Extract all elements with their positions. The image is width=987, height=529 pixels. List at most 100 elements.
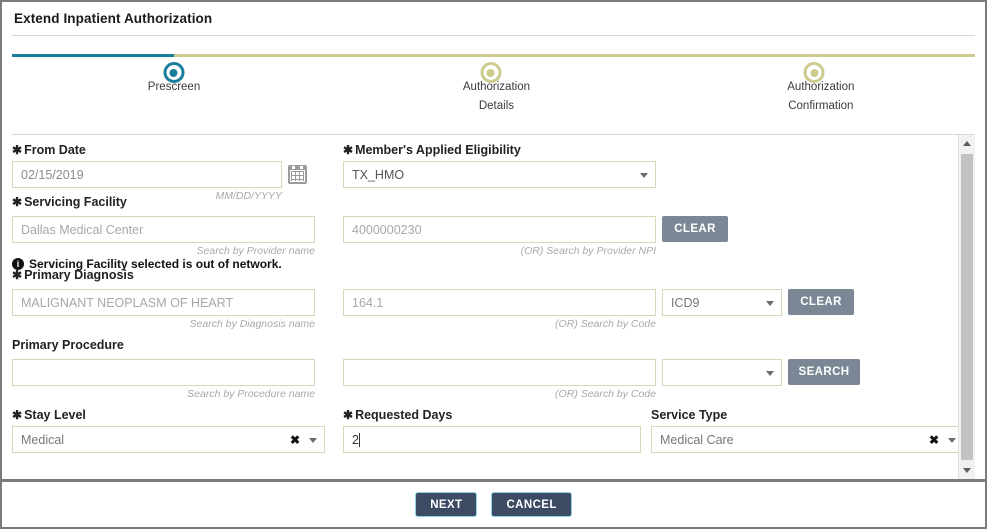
servicing-facility-name-input[interactable] (12, 216, 315, 243)
label-text: From Date (24, 143, 86, 157)
label-text: Primary Diagnosis (24, 268, 134, 282)
procedure-code-hint: (OR) Search by Code (555, 388, 656, 400)
label-text: Service Type (651, 408, 728, 422)
step-label-prescreen: Prescreen (94, 78, 254, 97)
from-date-label: ✱ From Date (12, 143, 312, 157)
diagnosis-code-type-value: ICD9 (671, 295, 700, 310)
diagnosis-code-hint: (OR) Search by Code (555, 318, 656, 330)
step-label-line1: Authorization (462, 81, 530, 93)
primary-diagnosis-name-input[interactable] (12, 289, 315, 316)
requested-days-value: 2 (352, 432, 359, 447)
diagnosis-clear-button[interactable]: CLEAR (788, 289, 854, 315)
field-requested-days: ✱ Requested Days 2 (343, 408, 641, 453)
clear-selection-icon[interactable]: ✖ (290, 434, 300, 446)
stay-level-label: ✱ Stay Level (12, 408, 325, 422)
scroll-down-button[interactable] (959, 462, 975, 479)
chevron-down-icon (948, 437, 956, 443)
field-procedure-code: (OR) Search by Code (343, 359, 656, 401)
window-titlebar: Extend Inpatient Authorization (2, 2, 985, 35)
diagnosis-name-hint: Search by Diagnosis name (189, 318, 315, 330)
next-button[interactable]: NEXT (415, 492, 478, 517)
step-label-line1: Prescreen (147, 81, 201, 93)
scroll-up-button[interactable] (959, 135, 975, 152)
caret-up-icon (963, 141, 971, 146)
step-label-authorization-confirmation: Authorization Confirmation (741, 78, 901, 116)
servicing-facility-npi-input[interactable] (343, 216, 656, 243)
form-scroll-region: ✱From Date MM/DD/YYYY ✱Member's Applied … (12, 134, 975, 479)
service-type-value: Medical Care (660, 432, 734, 447)
requested-days-input[interactable]: 2 (343, 426, 641, 453)
label-text: Servicing Facility (24, 195, 127, 209)
chevron-down-icon (766, 300, 774, 306)
member-eligibility-label: ✱ Member's Applied Eligibility (343, 143, 656, 157)
row-stay-details: ✱ Stay Level Medical ✖ ✱ Requested Days 2 (12, 408, 964, 460)
procedure-name-hint: Search by Procedure name (187, 388, 315, 400)
clear-selection-icon[interactable]: ✖ (929, 434, 939, 446)
member-eligibility-value: TX_HMO (352, 167, 405, 182)
row-from-date: ✱From Date MM/DD/YYYY ✱Member's Applied … (12, 143, 958, 202)
scrollbar-thumb[interactable] (961, 154, 973, 460)
required-asterisk: ✱ (12, 268, 23, 282)
row-primary-diagnosis: ✱Primary Diagnosis Search by Diagnosis n… (12, 268, 958, 338)
caret-down-icon (963, 468, 971, 473)
field-from-date: ✱From Date MM/DD/YYYY (12, 143, 312, 203)
chevron-down-icon (309, 437, 317, 443)
label-text: Member's Applied Eligibility (355, 143, 521, 157)
primary-diagnosis-label: ✱ Primary Diagnosis (12, 268, 134, 282)
servicing-facility-label: ✱ Servicing Facility (12, 195, 127, 209)
step-label-authorization-details: Authorization Details (416, 78, 576, 116)
page-title: Extend Inpatient Authorization (14, 11, 213, 26)
row-primary-procedure: Primary Procedure Search by Procedure na… (12, 338, 958, 408)
field-service-type: Service Type Medical Care ✖ (651, 408, 964, 453)
step-dot (810, 68, 819, 77)
field-diagnosis-code: (OR) Search by Code (343, 289, 656, 331)
text-cursor (358, 432, 360, 447)
member-eligibility-select[interactable]: TX_HMO (343, 161, 656, 188)
chevron-down-icon (640, 172, 648, 178)
primary-procedure-label: Primary Procedure (12, 338, 124, 352)
label-text: Primary Procedure (12, 338, 124, 352)
required-asterisk: ✱ (343, 143, 354, 157)
form-scrollbar[interactable] (958, 135, 975, 479)
field-stay-level: ✱ Stay Level Medical ✖ (12, 408, 325, 453)
extend-inpatient-authorization-window: Extend Inpatient Authorization Prescreen… (0, 0, 987, 529)
service-type-select[interactable]: Medical Care ✖ (651, 426, 964, 453)
chevron-down-icon (766, 370, 774, 376)
procedure-code-type-select[interactable] (662, 359, 782, 386)
stay-level-value: Medical (21, 432, 65, 447)
diagnosis-code-type-select[interactable]: ICD9 (662, 289, 782, 316)
row-servicing-facility: ✱Servicing Facility Search by Provider n… (12, 195, 958, 271)
stepper-track (12, 54, 975, 83)
procedure-search-button[interactable]: SEARCH (788, 359, 860, 385)
label-text: Stay Level (24, 408, 86, 422)
step-label-line1: Authorization (787, 81, 855, 93)
field-diagnosis-name: Search by Diagnosis name (12, 289, 315, 331)
calendar-icon[interactable] (288, 165, 307, 184)
stepper-segment-active (12, 54, 174, 57)
cancel-button[interactable]: CANCEL (491, 492, 572, 517)
step-label-line2: Details (478, 100, 515, 112)
primary-procedure-name-input[interactable] (12, 359, 315, 386)
service-type-label: Service Type (651, 408, 964, 422)
stepper-segment-inactive (173, 54, 975, 57)
authorization-form: ✱From Date MM/DD/YYYY ✱Member's Applied … (12, 135, 964, 479)
requested-days-label: ✱ Requested Days (343, 408, 641, 422)
primary-diagnosis-code-input[interactable] (343, 289, 656, 316)
label-text: Requested Days (355, 408, 453, 422)
required-asterisk: ✱ (12, 143, 23, 157)
field-facility-name: Search by Provider name (12, 216, 315, 258)
field-procedure-name: Search by Procedure name (12, 359, 315, 401)
facility-clear-button[interactable]: CLEAR (662, 216, 728, 242)
required-asterisk: ✱ (12, 195, 23, 209)
primary-procedure-code-input[interactable] (343, 359, 656, 386)
required-asterisk: ✱ (12, 408, 23, 422)
from-date-input[interactable] (12, 161, 282, 188)
facility-npi-hint: (OR) Search by Provider NPI (520, 245, 656, 257)
field-facility-npi: (OR) Search by Provider NPI (343, 216, 656, 258)
step-dot (486, 68, 495, 77)
required-asterisk: ✱ (343, 408, 354, 422)
step-label-line2: Confirmation (788, 100, 854, 112)
field-member-eligibility: ✱ Member's Applied Eligibility TX_HMO (343, 143, 656, 188)
form-footer: NEXT CANCEL (2, 479, 985, 527)
stay-level-select[interactable]: Medical ✖ (12, 426, 325, 453)
